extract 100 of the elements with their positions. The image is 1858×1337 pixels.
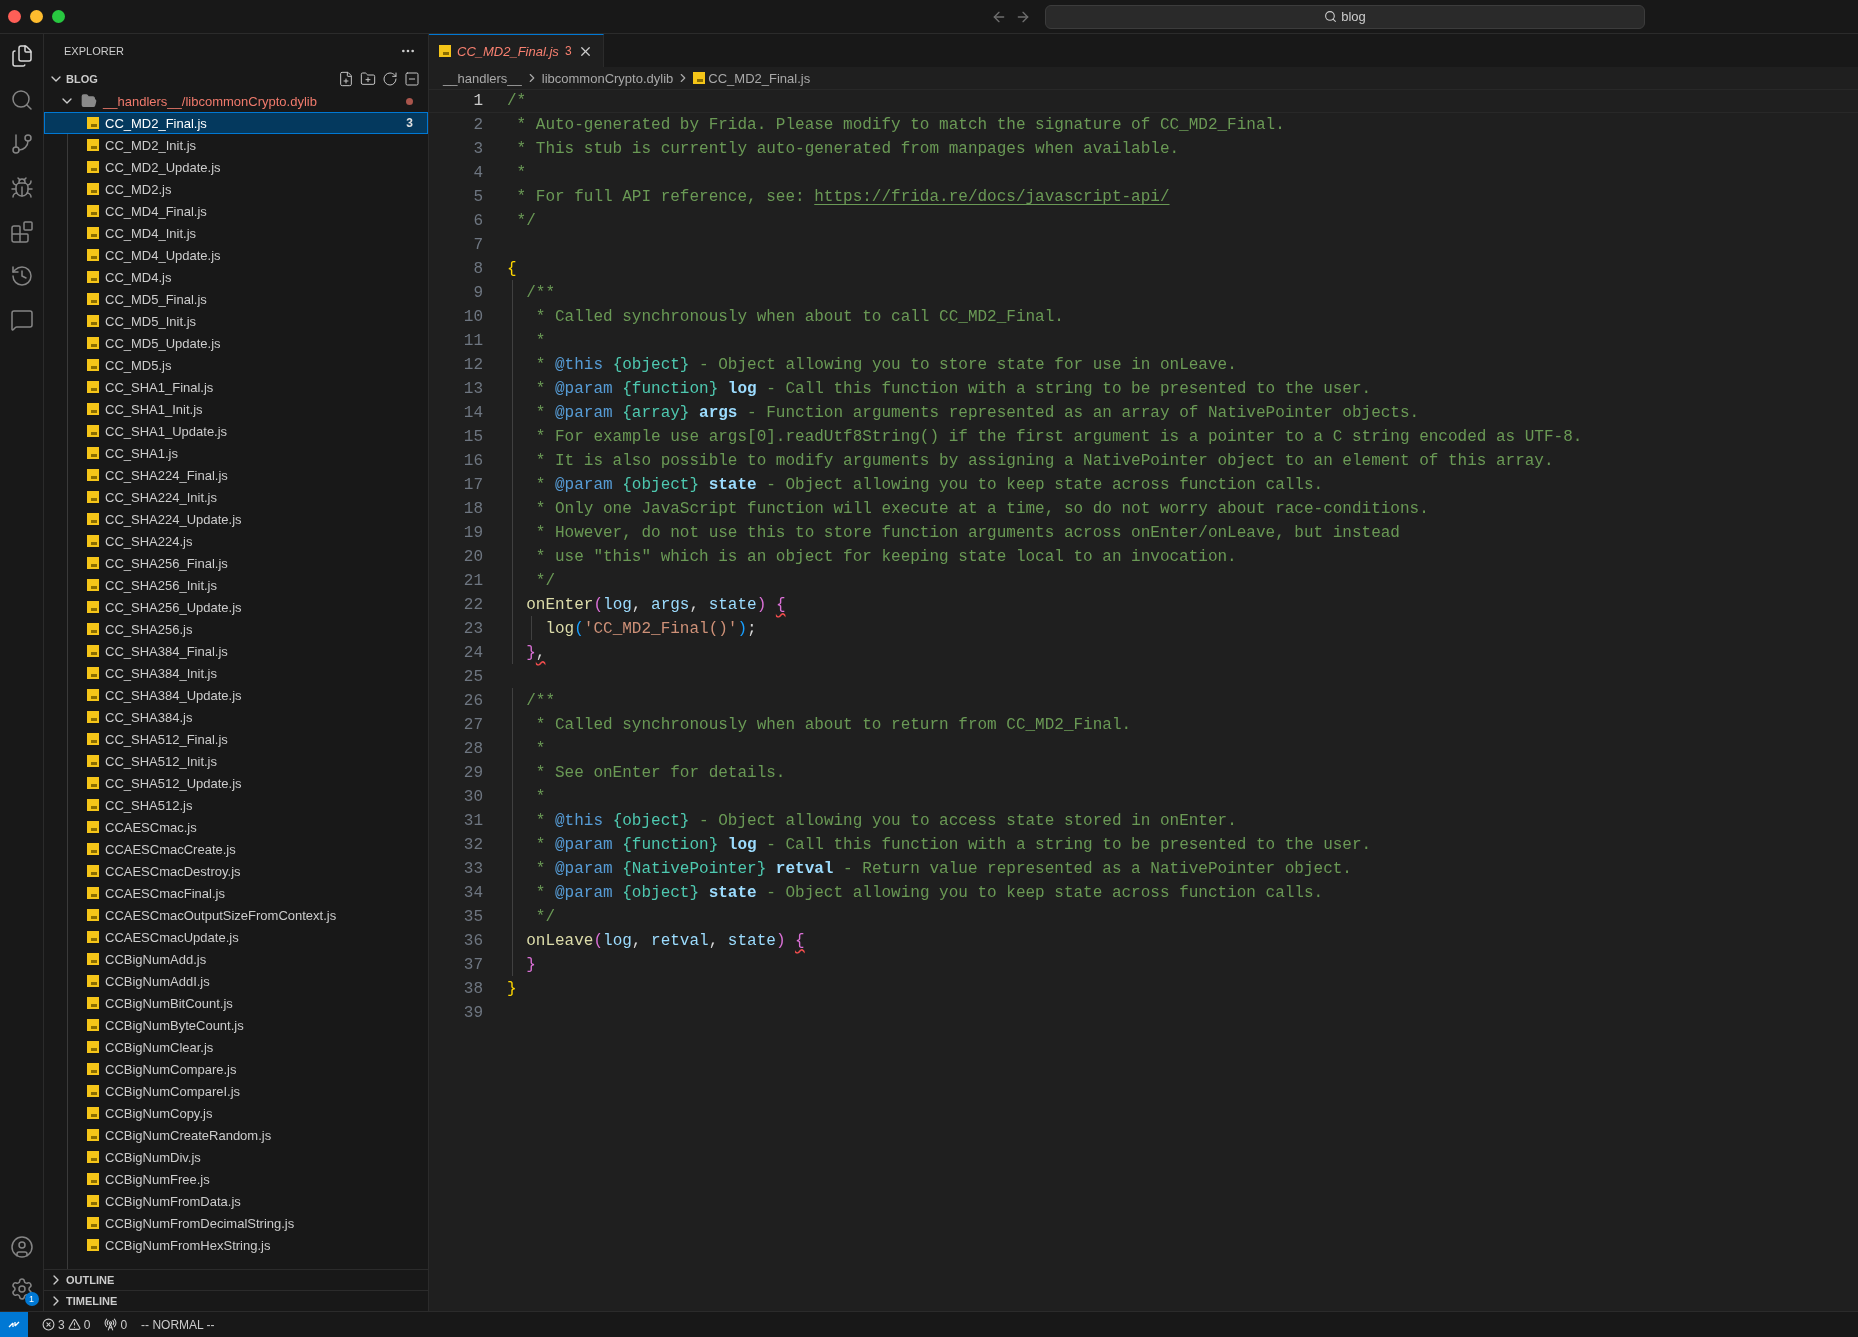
file-item[interactable]: CC_SHA224_Init.js: [44, 486, 428, 508]
file-item[interactable]: CCBigNumCopy.js: [44, 1102, 428, 1124]
file-item[interactable]: CC_MD2.js: [44, 178, 428, 200]
files-icon[interactable]: [9, 44, 34, 68]
file-item[interactable]: CC_SHA512_Update.js: [44, 772, 428, 794]
file-item[interactable]: CCBigNumAddI.js: [44, 970, 428, 992]
problems-status[interactable]: 3 0: [42, 1317, 91, 1332]
file-item[interactable]: CCAESCmacCreate.js: [44, 838, 428, 860]
file-item[interactable]: CCBigNumDiv.js: [44, 1146, 428, 1168]
line-number: 15: [462, 428, 483, 446]
file-item[interactable]: CCBigNumCreateRandom.js: [44, 1124, 428, 1146]
file-item[interactable]: CCBigNumClear.js: [44, 1036, 428, 1058]
file-item[interactable]: CC_SHA384_Final.js: [44, 640, 428, 662]
new-file-icon[interactable]: [338, 71, 354, 87]
problem-count: 3: [406, 116, 413, 130]
file-item[interactable]: CC_SHA224_Update.js: [44, 508, 428, 530]
line-number: 2: [472, 116, 483, 134]
editor-tab[interactable]: CC_MD2_Final.js 3: [429, 34, 604, 67]
bug-icon[interactable]: [9, 176, 34, 200]
line-number: 5: [472, 188, 483, 206]
history-icon[interactable]: [9, 264, 34, 288]
new-folder-icon[interactable]: [360, 71, 376, 87]
remote-button[interactable]: [0, 1311, 28, 1337]
breadcrumb[interactable]: libcommonCrypto.dylib: [541, 70, 674, 86]
file-item[interactable]: CC_MD5_Final.js: [44, 288, 428, 310]
file-item[interactable]: CCBigNumByteCount.js: [44, 1014, 428, 1036]
js-file-icon: [87, 359, 99, 371]
line-number: 36: [462, 932, 483, 950]
account-icon[interactable]: [9, 1235, 34, 1259]
breadcrumb[interactable]: __handlers__: [443, 70, 522, 86]
js-file-icon: [87, 227, 99, 239]
file-item[interactable]: CC_SHA384_Init.js: [44, 662, 428, 684]
js-file-icon: [87, 403, 99, 415]
line-number: 27: [462, 716, 483, 734]
js-file-icon: [87, 1173, 99, 1185]
js-file-icon: [87, 821, 99, 833]
workspace-label[interactable]: BLOG: [66, 73, 98, 85]
file-item[interactable]: CC_MD4_Final.js: [44, 200, 428, 222]
file-item[interactable]: CCAESCmacOutputSizeFromContext.js: [44, 904, 428, 926]
file-item[interactable]: CC_MD2_Init.js: [44, 134, 428, 156]
file-item[interactable]: CC_SHA256_Final.js: [44, 552, 428, 574]
file-item[interactable]: CC_MD4.js: [44, 266, 428, 288]
breadcrumb[interactable]: CC_MD2_Final.js: [708, 70, 811, 86]
chat-icon[interactable]: [9, 308, 34, 332]
js-file-icon: [87, 161, 99, 173]
file-item[interactable]: CC_MD5.js: [44, 354, 428, 376]
file-item[interactable]: CC_SHA256_Init.js: [44, 574, 428, 596]
file-item[interactable]: CC_MD4_Update.js: [44, 244, 428, 266]
file-item[interactable]: CC_SHA512_Init.js: [44, 750, 428, 772]
command-search-field[interactable]: blog: [1045, 4, 1645, 29]
file-item[interactable]: CC_SHA256.js: [44, 618, 428, 640]
file-item[interactable]: CC_SHA224_Final.js: [44, 464, 428, 486]
file-item[interactable]: CC_SHA512.js: [44, 794, 428, 816]
file-item[interactable]: CC_MD5_Init.js: [44, 310, 428, 332]
section-header[interactable]: OUTLINE: [66, 1274, 115, 1286]
line-number: 29: [462, 764, 483, 782]
file-item[interactable]: CCBigNumCompareI.js: [44, 1080, 428, 1102]
file-item[interactable]: CC_MD5_Update.js: [44, 332, 428, 354]
file-item[interactable]: CCBigNumFree.js: [44, 1168, 428, 1190]
file-item[interactable]: CC_MD4_Init.js: [44, 222, 428, 244]
file-item[interactable]: CCAESCmac.js: [44, 816, 428, 838]
file-item[interactable]: CCBigNumFromData.js: [44, 1190, 428, 1212]
file-item[interactable]: CCAESCmacDestroy.js: [44, 860, 428, 882]
file-item[interactable]: CC_SHA1_Update.js: [44, 420, 428, 442]
ports-status[interactable]: 0: [104, 1317, 128, 1332]
js-file-icon: [87, 293, 99, 305]
collapse-icon[interactable]: [404, 71, 420, 87]
file-item[interactable]: CCAESCmacFinal.js: [44, 882, 428, 904]
file-item[interactable]: CCBigNumBitCount.js: [44, 992, 428, 1014]
folder-label[interactable]: __handlers__/libcommonCrypto.dylib: [103, 93, 317, 109]
link[interactable]: https://frida.re/docs/javascript-api/: [814, 188, 1170, 206]
close-button[interactable]: [8, 10, 21, 23]
code-line: }: [507, 980, 517, 998]
sidebar-title: EXPLORER: [64, 45, 124, 57]
file-item[interactable]: CC_SHA384_Update.js: [44, 684, 428, 706]
file-item[interactable]: CCBigNumFromDecimalString.js: [44, 1212, 428, 1234]
file-item[interactable]: CCAESCmacUpdate.js: [44, 926, 428, 948]
file-item[interactable]: CC_SHA512_Final.js: [44, 728, 428, 750]
settings-icon[interactable]: [9, 1277, 34, 1301]
file-item[interactable]: CCBigNumCompare.js: [44, 1058, 428, 1080]
js-file-icon: [87, 623, 99, 635]
file-item[interactable]: CC_SHA1_Init.js: [44, 398, 428, 420]
js-file-icon: [87, 557, 99, 569]
file-item[interactable]: CC_SHA384.js: [44, 706, 428, 728]
file-item[interactable]: CC_SHA224.js: [44, 530, 428, 552]
line-number: 33: [462, 860, 483, 878]
section-header[interactable]: TIMELINE: [66, 1295, 118, 1307]
file-item[interactable]: CCBigNumAdd.js: [44, 948, 428, 970]
file-item[interactable]: CC_MD2_Update.js: [44, 156, 428, 178]
branch-icon[interactable]: [9, 132, 34, 156]
file-item[interactable]: CC_SHA1.js: [44, 442, 428, 464]
file-item[interactable]: CC_MD2_Final.js 3: [44, 112, 428, 134]
minimize-button[interactable]: [30, 10, 43, 23]
file-item[interactable]: CC_SHA256_Update.js: [44, 596, 428, 618]
file-item[interactable]: CC_SHA1_Final.js: [44, 376, 428, 398]
maximize-button[interactable]: [52, 10, 65, 23]
refresh-icon[interactable]: [382, 71, 398, 87]
blocks-icon[interactable]: [9, 220, 34, 244]
search-icon[interactable]: [9, 88, 34, 112]
file-item[interactable]: CCBigNumFromHexString.js: [44, 1234, 428, 1256]
